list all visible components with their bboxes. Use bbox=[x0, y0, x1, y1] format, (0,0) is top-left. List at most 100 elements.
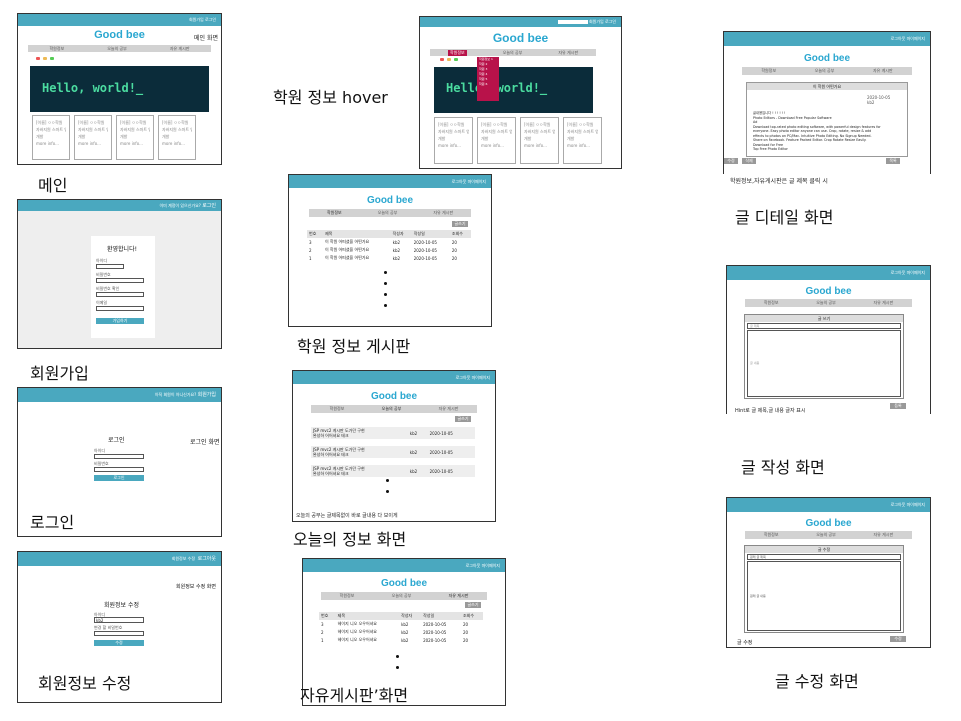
site-logo[interactable]: Good bee bbox=[724, 53, 930, 64]
hover-header: 회원가입 로그인 bbox=[420, 17, 621, 27]
dropdown-item[interactable]: 학원 6 bbox=[477, 82, 499, 87]
academy-dropdown: 학원정보 1 학원 2 학원 3 학원 4 학원 5 학원 6 bbox=[477, 57, 499, 101]
site-logo[interactable]: Good bee bbox=[727, 518, 930, 529]
table-row[interactable]: JSP mvc2 게시판 도가던 구현 완성하 어어셔요 테크 kb2 2020-10… bbox=[311, 446, 475, 458]
id-field[interactable] bbox=[96, 264, 124, 269]
caption-signup: 회원가입 bbox=[30, 364, 89, 383]
site-logo[interactable]: Good bee bbox=[18, 29, 221, 41]
edit-header: 회원정보 수정 로그아웃 bbox=[18, 552, 221, 566]
email-field[interactable] bbox=[96, 306, 144, 311]
main-nav: 학원정보 오늘의 공부 자유 게시판 bbox=[28, 45, 211, 52]
login-pw-field[interactable] bbox=[94, 467, 144, 472]
edit-post-nav: 학원정보 오늘의 공부 자유 게시판 bbox=[745, 531, 912, 539]
card[interactable]: [이름] ㅇㅇ학원 자바지원 스마트 앱 개발 more info... bbox=[520, 117, 559, 164]
site-logo[interactable]: Good bee bbox=[293, 391, 495, 402]
detail-frame: 로그아웃 마이페이지 Good bee 학원정보 오늘의 공부 자유 게시판 이 학… bbox=[723, 31, 931, 174]
card[interactable]: [이름] ㅇㅇ학원 자바지원 스마트 앱 개발 more info... bbox=[116, 115, 154, 160]
edit-post-bottom-label: 글 수정 bbox=[737, 640, 753, 646]
edit-post-submit-button[interactable]: 수정 bbox=[890, 636, 906, 642]
more-dots bbox=[386, 479, 389, 493]
free-header: 로그아웃 마이페이지 bbox=[303, 559, 505, 572]
write-button[interactable]: 글쓰기 bbox=[455, 416, 471, 422]
signup-frame: 이미 계정이 있으신가요? 로그인 환영합니다! 아이디 비밀번호 비밀번호 확… bbox=[17, 199, 222, 349]
today-info-frame: 로그아웃 마이페이지 Good bee 학원정보 오늘의 공부 자유 게시판 글쓰기… bbox=[292, 370, 496, 522]
card-row: [이름] ㅇㅇ학원 자바지원 스마트 앱 개발 more info... [이름] ㅇ… bbox=[434, 117, 606, 164]
table-row[interactable]: 2 헤이지 니오 오우어셔요 kb2 2020-10-05 20 bbox=[319, 628, 483, 636]
board-header: 로그아웃 마이페이지 bbox=[289, 175, 491, 188]
post-content: 이 학원 어떤가요 2020-10-05 kb2 글내용입니다 ! ! ! ! … bbox=[746, 82, 908, 157]
card[interactable]: [이름] ㅇㅇ학원 자바지원 스마트 앱 개발 more info... bbox=[477, 117, 516, 164]
edit-post-header: 로그아웃 마이페이지 bbox=[727, 498, 930, 512]
edit-submit-button[interactable]: 수정 bbox=[94, 640, 144, 646]
edit-title: 회원정보 수정 bbox=[104, 602, 140, 609]
login-header: 아직 회원이 아니신가요? 회원가입 bbox=[18, 388, 221, 402]
post-title: 이 학원 어떤가요 bbox=[812, 84, 842, 89]
caption-login: 로그인 bbox=[30, 513, 75, 532]
hero-text: Hello, world!_ bbox=[446, 81, 548, 95]
today-table: JSP mvc2 게시판 도가던 구현 완성하 어어셔요 테크 kb2 2020-10… bbox=[311, 427, 475, 477]
nav-academy[interactable]: 학원정보 bbox=[49, 46, 64, 52]
site-logo[interactable]: Good bee bbox=[727, 286, 930, 297]
signup-button[interactable]: 가입하기 bbox=[96, 318, 144, 324]
site-logo[interactable]: Good bee bbox=[420, 31, 621, 45]
nav-academy-hover[interactable]: 학원정보 bbox=[447, 49, 467, 56]
write-body-input[interactable]: 글 내용 bbox=[747, 330, 901, 397]
detail-header: 로그아웃 마이페이지 bbox=[724, 32, 930, 46]
pw-field[interactable] bbox=[96, 278, 144, 283]
write-title-input[interactable]: 글 제목 bbox=[747, 323, 901, 329]
caption-academy-board: 학원 정보 게시판 bbox=[297, 337, 411, 356]
detail-delete-button[interactable]: 삭제 bbox=[742, 158, 756, 164]
detail-nav: 학원정보 오늘의 공부 자유 게시판 bbox=[742, 67, 912, 75]
detail-edit-button[interactable]: 수정 bbox=[724, 158, 738, 164]
header-auth-links[interactable]: 회원가입 로그인 bbox=[189, 17, 216, 22]
nav-free[interactable]: 자유 게시판 bbox=[170, 46, 190, 52]
nav-today[interactable]: 오늘의 공부 bbox=[107, 46, 127, 52]
caption-write: 글 작성 화면 bbox=[741, 458, 825, 477]
table-row[interactable]: 2이 학원 어떠셨을 어떤가요 kb2 2020-10-05 20 bbox=[307, 246, 471, 254]
write-frame: 로그아웃 마이페이지 Good bee 학원정보 오늘의 공부 자유 게시판 글 쓰… bbox=[726, 265, 931, 414]
table-row[interactable]: JSP mvc2 게시판 도가던 구현 완성하 어어셔요 테크 kb2 2020-10… bbox=[311, 427, 475, 439]
edit-post-body-input[interactable]: 원래 글 내용 bbox=[747, 561, 901, 631]
login-title: 로그인 bbox=[108, 437, 125, 444]
table-row[interactable]: 3 헤이지 니오 오우어셔요 kb2 2020-10-05 20 bbox=[319, 620, 483, 628]
table-row[interactable]: 3이 학원 어떠셨을 어떤가요 kb2 2020-10-05 20 bbox=[307, 238, 471, 246]
today-nav: 학원정보 오늘의 공부 자유 게시판 bbox=[311, 405, 477, 413]
card[interactable]: [이름] ㅇㅇ학원 자바지원 스마트 앱 개발 more info... bbox=[434, 117, 473, 164]
main-screen-label: 메인 화면 bbox=[194, 35, 218, 42]
today-header: 로그아웃 마이페이지 bbox=[293, 371, 495, 384]
card[interactable]: [이름] ㅇㅇ학원 자바지원 스마트 앱 개발 more info... bbox=[563, 117, 602, 164]
edit-screen-label: 회원정보 수정 화면 bbox=[176, 584, 216, 590]
table-row[interactable]: 1이 학원 어떠셨을 어떤가요 kb2 2020-10-05 20 bbox=[307, 254, 471, 262]
table-row[interactable]: JSP mvc2 게시판 도가던 구현 완성하 어어셔요 테크 kb2 2020-10… bbox=[311, 465, 475, 477]
write-hint: Hint로 글 제목,글 내용 글자 표시 bbox=[735, 408, 806, 414]
login-link[interactable]: 로그인 bbox=[202, 203, 216, 209]
edit-post-title-input[interactable]: 원래 글 제목 bbox=[747, 554, 901, 560]
write-submit-button[interactable]: 등록 bbox=[890, 403, 906, 409]
caption-edit-member: 회원정보 수정 bbox=[38, 674, 132, 693]
edit-pw-field[interactable] bbox=[94, 631, 144, 636]
site-logo[interactable]: Good bee bbox=[289, 195, 491, 206]
site-logo[interactable]: Good bee bbox=[303, 578, 505, 589]
detail-list-button[interactable]: 목록 bbox=[886, 158, 900, 164]
caption-main: 메인 bbox=[38, 176, 68, 195]
write-header: 로그아웃 마이페이지 bbox=[727, 266, 930, 280]
write-button[interactable]: 글쓰기 bbox=[452, 221, 468, 227]
welcome-text: 환영합니다! bbox=[107, 246, 138, 253]
free-table: 번호 제목 작성자 작성일 조회수 3 헤이지 니오 오우어셔요 kb2 2020-10-05… bbox=[319, 612, 483, 644]
signup-link[interactable]: 회원가입 bbox=[198, 392, 216, 398]
write-button[interactable]: 글쓰기 bbox=[465, 602, 481, 608]
caption-today-info: 오늘의 정보 화면 bbox=[293, 530, 407, 549]
caption-free-board: 자유게시판’화면 bbox=[300, 686, 409, 705]
card[interactable]: [이름] ㅇㅇ학원 자바지원 스마트 앱 개발 more info... bbox=[32, 115, 70, 160]
table-row[interactable]: 1 헤이지 니오 오우어셔요 kb2 2020-10-05 20 bbox=[319, 636, 483, 644]
login-screen-label: 로그인 화면 bbox=[190, 439, 220, 446]
more-dots bbox=[384, 271, 387, 307]
card[interactable]: [이름] ㅇㅇ학원 자바지원 스마트 앱 개발 more info... bbox=[158, 115, 196, 160]
login-button[interactable]: 로그인 bbox=[94, 475, 144, 481]
write-nav: 학원정보 오늘의 공부 자유 게시판 bbox=[745, 299, 912, 307]
edit-id-field[interactable]: kb2 bbox=[94, 617, 144, 623]
card[interactable]: [이름] ㅇㅇ학원 자바지원 스마트 앱 개발 more info... bbox=[74, 115, 112, 160]
pw-confirm-field[interactable] bbox=[96, 292, 144, 297]
login-id-field[interactable] bbox=[94, 454, 144, 459]
free-nav: 학원정보 오늘의 공부 자유 게시판 bbox=[321, 592, 487, 600]
